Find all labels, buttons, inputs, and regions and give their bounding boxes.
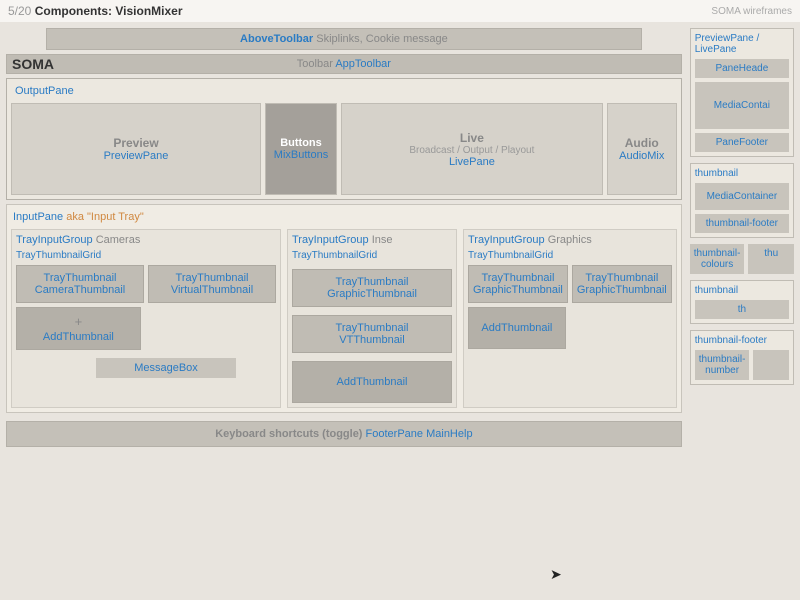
output-pane-wireframe: OutputPane Preview PreviewPane Buttons M… — [6, 78, 682, 200]
graphic-thumbnail-2[interactable]: TrayThumbnail GraphicThumbnail — [572, 265, 672, 303]
graphic-thumbnail-insert[interactable]: TrayThumbnail GraphicThumbnail — [292, 269, 452, 307]
toolbar-box: Toolbar AppToolbar — [6, 54, 682, 74]
preview-pane-box[interactable]: Preview PreviewPane — [11, 103, 261, 195]
graphics-group-name: Graphics — [548, 234, 592, 246]
add-thumbnail-cameras[interactable]: + AddThumbnail — [16, 307, 141, 350]
side-thumb2-label: thumbnail — [695, 285, 789, 296]
preview-title: Preview — [113, 136, 158, 150]
inserts-grid-label: TrayThumbnailGrid — [292, 250, 452, 261]
input-pane-aka: aka "Input Tray" — [66, 211, 144, 223]
live-pane-box[interactable]: Live Broadcast / Output / Playout LivePa… — [341, 103, 603, 195]
virtual-thumbnail[interactable]: TrayThumbnail VirtualThumbnail — [148, 265, 276, 303]
footer-pane-box: Keyboard shortcuts (toggle) FooterPane M… — [6, 421, 682, 447]
audio-title: Audio — [625, 136, 659, 150]
graphics-grid-label: TrayThumbnailGrid — [468, 250, 672, 261]
topbar: 5/20 Components: VisionMixer SOMA wirefr… — [0, 0, 800, 22]
tray-group-cameras: TrayInputGroup Cameras TrayThumbnailGrid… — [11, 229, 281, 408]
add-thumbnail-graphics[interactable]: AddThumbnail — [468, 307, 566, 349]
side-thumb-label: thumbnail — [695, 168, 789, 179]
preview-label: PreviewPane — [104, 150, 169, 162]
side-pl-label: PreviewPane / LivePane — [695, 33, 789, 55]
add-thumbnail-inserts[interactable]: AddThumbnail — [292, 361, 452, 403]
soma-logo: SOMA — [12, 56, 54, 72]
plus-icon: + — [75, 314, 83, 329]
side-thumbnail: thumbnail MediaContainer thumbnail-foote… — [690, 163, 794, 238]
thumb-empty-box — [753, 350, 789, 380]
footer-prefix: Keyboard shortcuts (toggle) — [215, 428, 362, 440]
input-pane-label: InputPane — [13, 211, 63, 223]
graphics-group-label: TrayInputGroup — [468, 234, 545, 246]
side-thumb-footer: thumbnail-footer thumbnail- number — [690, 330, 794, 385]
pane-header-box: PaneHeade — [695, 59, 789, 78]
live-sub: Broadcast / Output / Playout — [409, 145, 534, 156]
inserts-group-name: Inse — [372, 234, 393, 246]
side-preview-live: PreviewPane / LivePane PaneHeade MediaCo… — [690, 28, 794, 157]
message-box: MessageBox — [96, 358, 236, 378]
input-pane-wireframe: InputPane aka "Input Tray" TrayInputGrou… — [6, 204, 682, 413]
live-title: Live — [460, 131, 484, 145]
thumb-colours-box: thumbnail-colours — [690, 244, 745, 274]
cameras-group-label: TrayInputGroup — [16, 234, 93, 246]
side-thumbnail-2: thumbnail th — [690, 280, 794, 324]
audio-pane-box[interactable]: Audio AudioMix — [607, 103, 677, 195]
buttons-label: MixButtons — [274, 149, 328, 161]
thumb2-th-box: th — [695, 300, 789, 319]
page-title: VisionMixer — [115, 4, 182, 18]
tray-group-graphics: TrayInputGroup Graphics TrayThumbnailGri… — [463, 229, 677, 408]
footer-label-2: MainHelp — [426, 428, 472, 440]
above-toolbar-box: AboveToolbar Skiplinks, Cookie message — [46, 28, 642, 50]
cursor-icon: ➤ — [550, 566, 562, 583]
camera-thumbnail[interactable]: TrayThumbnail CameraThumbnail — [16, 265, 144, 303]
brand-label: SOMA wireframes — [711, 6, 792, 17]
buttons-title: Buttons — [280, 137, 322, 149]
tray-group-inserts: TrayInputGroup Inse TrayThumbnailGrid Tr… — [287, 229, 457, 408]
above-toolbar-desc: Skiplinks, Cookie message — [316, 33, 447, 45]
pane-footer-box: PaneFooter — [695, 133, 789, 152]
graphic-thumbnail-1[interactable]: TrayThumbnail GraphicThumbnail — [468, 265, 568, 303]
page-title-prefix: Components: — [35, 4, 112, 18]
mix-buttons-box[interactable]: Buttons MixButtons — [265, 103, 337, 195]
cameras-grid-label: TrayThumbnailGrid — [16, 250, 276, 261]
thumb-thu-box: thu — [748, 244, 794, 274]
toolbar-prefix: Toolbar — [297, 58, 333, 70]
above-toolbar-label: AboveToolbar — [240, 33, 313, 45]
toolbar-label: AppToolbar — [335, 58, 391, 70]
inserts-group-label: TrayInputGroup — [292, 234, 369, 246]
page-fraction: 5/20 — [8, 4, 31, 18]
live-label: LivePane — [449, 156, 495, 168]
vt-thumbnail[interactable]: TrayThumbnail VTThumbnail — [292, 315, 452, 353]
output-pane-label: OutputPane — [11, 83, 677, 99]
thumb-media-box: MediaContainer — [695, 183, 789, 210]
footer-label-1: FooterPane — [366, 428, 423, 440]
media-container-box: MediaContai — [695, 82, 789, 129]
cameras-group-name: Cameras — [96, 234, 141, 246]
thumb-footer-box: thumbnail-footer — [695, 214, 789, 233]
side-tf-label: thumbnail-footer — [695, 335, 789, 346]
audio-label: AudioMix — [619, 150, 664, 162]
thumb-number-box: thumbnail- number — [695, 350, 750, 380]
